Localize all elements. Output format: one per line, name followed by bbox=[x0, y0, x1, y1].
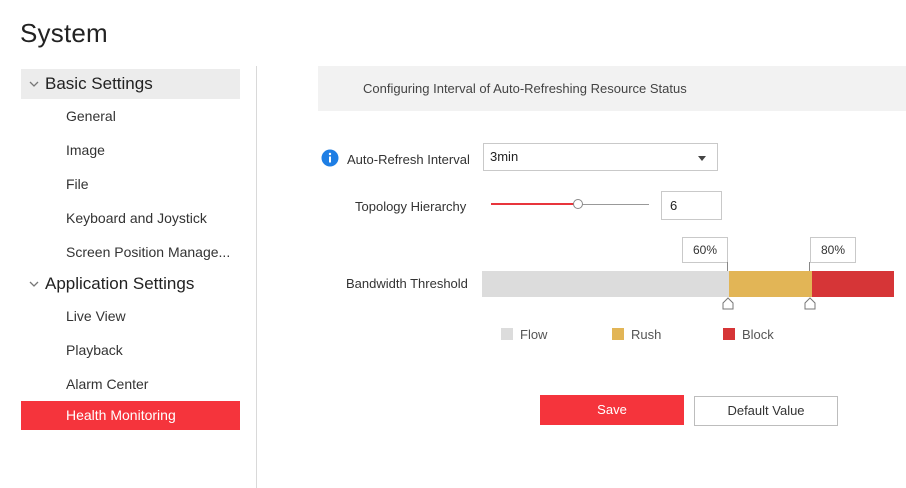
topology-label: Topology Hierarchy bbox=[355, 199, 467, 214]
auto-refresh-value: 3min bbox=[490, 149, 519, 164]
section-header: Configuring Interval of Auto-Refreshing … bbox=[318, 66, 906, 111]
sidebar: Basic Settings General Image File Keyboa… bbox=[21, 69, 240, 430]
sidebar-item-keyboard-joystick[interactable]: Keyboard and Joystick bbox=[21, 201, 240, 235]
auto-refresh-select[interactable]: 3min bbox=[483, 143, 718, 171]
legend-flow: Flow bbox=[501, 326, 547, 342]
bandwidth-segment-rush bbox=[729, 271, 812, 297]
group-basic-settings[interactable]: Basic Settings bbox=[21, 69, 240, 99]
section-title: Configuring Interval of Auto-Refreshing … bbox=[363, 81, 687, 96]
sidebar-divider bbox=[256, 66, 257, 488]
block-handle-icon[interactable] bbox=[804, 297, 816, 311]
group-application-settings[interactable]: Application Settings bbox=[21, 269, 240, 299]
slider-thumb[interactable] bbox=[572, 199, 583, 209]
topology-slider[interactable] bbox=[491, 197, 649, 213]
sidebar-item-alarm-center[interactable]: Alarm Center bbox=[21, 367, 240, 401]
save-button[interactable]: Save bbox=[540, 395, 684, 425]
bandwidth-label: Bandwidth Threshold bbox=[346, 276, 468, 291]
legend-label: Rush bbox=[631, 326, 662, 342]
sidebar-item-health-monitoring[interactable]: Health Monitoring bbox=[21, 401, 240, 430]
default-value-button[interactable]: Default Value bbox=[694, 396, 838, 426]
legend-label: Block bbox=[742, 326, 774, 342]
info-icon[interactable] bbox=[321, 149, 339, 167]
legend-label: Flow bbox=[520, 326, 548, 342]
chevron-down-icon bbox=[27, 269, 41, 299]
sidebar-item-screen-position[interactable]: Screen Position Manage... bbox=[21, 235, 240, 269]
topology-input[interactable]: 6 bbox=[661, 191, 722, 220]
rush-handle-icon[interactable] bbox=[722, 297, 734, 311]
legend-block: Block bbox=[723, 326, 774, 342]
sidebar-item-live-view[interactable]: Live View bbox=[21, 299, 240, 333]
rush-threshold-box[interactable]: 60% bbox=[682, 237, 728, 263]
bandwidth-segment-flow bbox=[482, 271, 730, 297]
rush-marker-line bbox=[727, 262, 728, 271]
sidebar-item-playback[interactable]: Playback bbox=[21, 333, 240, 367]
legend-swatch bbox=[612, 328, 624, 340]
bandwidth-bar bbox=[482, 271, 894, 297]
legend-rush: Rush bbox=[612, 326, 661, 342]
block-threshold-box[interactable]: 80% bbox=[810, 237, 856, 263]
sidebar-item-general[interactable]: General bbox=[21, 99, 240, 133]
slider-fill bbox=[491, 203, 578, 205]
legend-swatch bbox=[501, 328, 513, 340]
caret-down-icon bbox=[698, 156, 706, 161]
sidebar-item-image[interactable]: Image bbox=[21, 133, 240, 167]
group-label: Application Settings bbox=[45, 274, 195, 293]
page-title: System bbox=[20, 18, 108, 48]
group-label: Basic Settings bbox=[45, 74, 153, 93]
sidebar-item-file[interactable]: File bbox=[21, 167, 240, 201]
auto-refresh-label: Auto-Refresh Interval bbox=[347, 152, 470, 167]
chevron-down-icon bbox=[27, 69, 41, 99]
block-marker-line bbox=[809, 262, 810, 271]
legend-swatch bbox=[723, 328, 735, 340]
bandwidth-segment-block bbox=[811, 271, 894, 297]
